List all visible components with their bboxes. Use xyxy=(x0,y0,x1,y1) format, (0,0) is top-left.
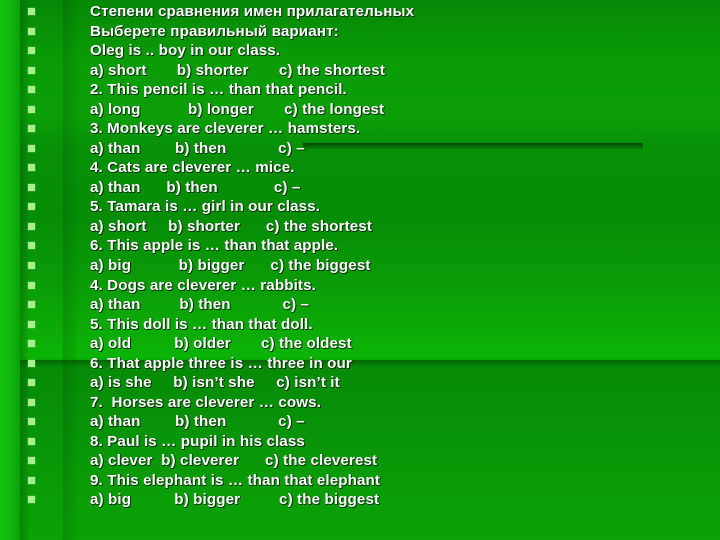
list-item: 5. This doll is … than that doll. xyxy=(0,314,720,334)
square-bullet-icon xyxy=(28,281,35,289)
list-item: 6. This apple is … than that apple. xyxy=(0,236,720,256)
list-item: Выберете правильный вариант: xyxy=(0,22,720,42)
list-item-text: a) short b) shorter c) the shortest xyxy=(90,61,385,79)
list-item-text: a) old b) older c) the oldest xyxy=(90,335,352,353)
list-item: a) than b) then c) – xyxy=(0,412,720,432)
list-item: 6. That apple three is … three in our xyxy=(0,353,720,373)
list-item-text: a) short b) shorter c) the shortest xyxy=(90,217,373,235)
list-item: a) short b) shorter c) the shortest xyxy=(0,61,720,81)
list-item-text: a) than b) then c) – xyxy=(90,413,305,431)
square-bullet-icon xyxy=(28,144,35,152)
square-bullet-icon xyxy=(28,242,35,250)
square-bullet-icon xyxy=(28,320,35,328)
square-bullet-icon xyxy=(28,359,35,367)
list-item: 8. Paul is … pupil in his class xyxy=(0,431,720,451)
list-item-text: 4. Cats are cleverer … mice. xyxy=(90,159,295,177)
list-item-text: Степени сравнения имен прилагательных xyxy=(90,3,415,21)
list-item-text: a) long b) longer c) the longest xyxy=(90,100,385,118)
list-item: 3. Monkeys are cleverer … hamsters. xyxy=(0,119,720,139)
list-item: a) clever b) cleverer c) the cleverest xyxy=(0,451,720,471)
list-item-text: a) clever b) cleverer c) the cleverest xyxy=(90,452,378,470)
square-bullet-icon xyxy=(28,222,35,230)
list-item: a) big b) bigger c) the biggest xyxy=(0,256,720,276)
list-item-text: a) than b) then c) – xyxy=(90,139,305,157)
list-item-text: Выберете правильный вариант: xyxy=(90,22,339,40)
square-bullet-icon xyxy=(28,457,35,465)
list-item-text: 4. Dogs are cleverer … rabbits. xyxy=(90,276,316,294)
square-bullet-icon xyxy=(28,476,35,484)
list-item-text: a) is she b) isn’t she c) isn’t it xyxy=(90,374,340,392)
square-bullet-icon xyxy=(28,203,35,211)
list-item: a) than b) then c) – xyxy=(0,295,720,315)
list-item: a) than b) then c) – xyxy=(0,178,720,198)
list-item-text: 5. Tamara is … girl in our class. xyxy=(90,198,321,216)
list-item: a) short b) shorter c) the shortest xyxy=(0,217,720,237)
list-item: a) than b) then c) – xyxy=(0,139,720,159)
square-bullet-icon xyxy=(28,262,35,269)
list-item-text: 2. This pencil is … than that pencil. xyxy=(90,81,347,99)
list-item: 9. This elephant is … than that elephant xyxy=(0,470,720,490)
content-list: Степени сравнения имен прилагательных Выб… xyxy=(0,0,720,540)
square-bullet-icon xyxy=(28,66,35,74)
list-item: a) long b) longer c) the longest xyxy=(0,100,720,120)
list-item: 7. Horses are cleverer … cows. xyxy=(0,392,720,412)
list-item-text: 9. This elephant is … than that elephant xyxy=(90,471,381,489)
square-bullet-icon xyxy=(28,379,35,387)
list-item: 5. Tamara is … girl in our class. xyxy=(0,197,720,217)
list-item: a) big b) bigger c) the biggest xyxy=(0,490,720,510)
list-item-text: 7. Horses are cleverer … cows. xyxy=(90,393,322,411)
square-bullet-icon xyxy=(28,340,35,348)
list-item-text: a) big b) bigger c) the biggest xyxy=(90,257,371,274)
list-item-text: 6. This apple is … than that apple. xyxy=(90,237,339,255)
list-item-text: Oleg is .. boy in our class. xyxy=(90,42,281,60)
list-item-text: 6. That apple three is … three in our xyxy=(90,354,352,372)
square-bullet-icon xyxy=(28,125,35,133)
list-item: Oleg is .. boy in our class. xyxy=(0,41,720,61)
list-item-text: a) than b) then c) – xyxy=(90,296,310,314)
list-item: 4. Dogs are cleverer … rabbits. xyxy=(0,275,720,295)
list-item-text: a) big b) bigger c) the biggest xyxy=(90,491,380,509)
square-bullet-icon xyxy=(28,105,35,113)
square-bullet-icon xyxy=(28,164,35,172)
list-item: a) is she b) isn’t she c) isn’t it xyxy=(0,373,720,393)
list-item: a) old b) older c) the oldest xyxy=(0,334,720,354)
list-item-text: 5. This doll is … than that doll. xyxy=(90,315,313,333)
list-item-text: 3. Monkeys are cleverer … hamsters. xyxy=(90,120,361,138)
list-item-text: a) than b) then c) – xyxy=(90,178,301,196)
square-bullet-icon xyxy=(28,183,35,191)
square-bullet-icon xyxy=(28,437,35,445)
square-bullet-icon xyxy=(28,301,35,309)
list-item-text: 8. Paul is … pupil in his class xyxy=(90,432,305,450)
list-item: 4. Cats are cleverer … mice. xyxy=(0,158,720,178)
list-item: Степени сравнения имен прилагательных xyxy=(0,2,720,22)
square-bullet-icon xyxy=(28,86,35,94)
slide-canvas: Степени сравнения имен прилагательных Выб… xyxy=(0,0,720,540)
square-bullet-icon xyxy=(28,47,35,55)
square-bullet-icon xyxy=(28,496,35,504)
square-bullet-icon xyxy=(28,27,35,35)
square-bullet-icon xyxy=(28,8,35,16)
list-item: 2. This pencil is … than that pencil. xyxy=(0,80,720,100)
square-bullet-icon xyxy=(28,398,35,406)
square-bullet-icon xyxy=(28,418,35,426)
